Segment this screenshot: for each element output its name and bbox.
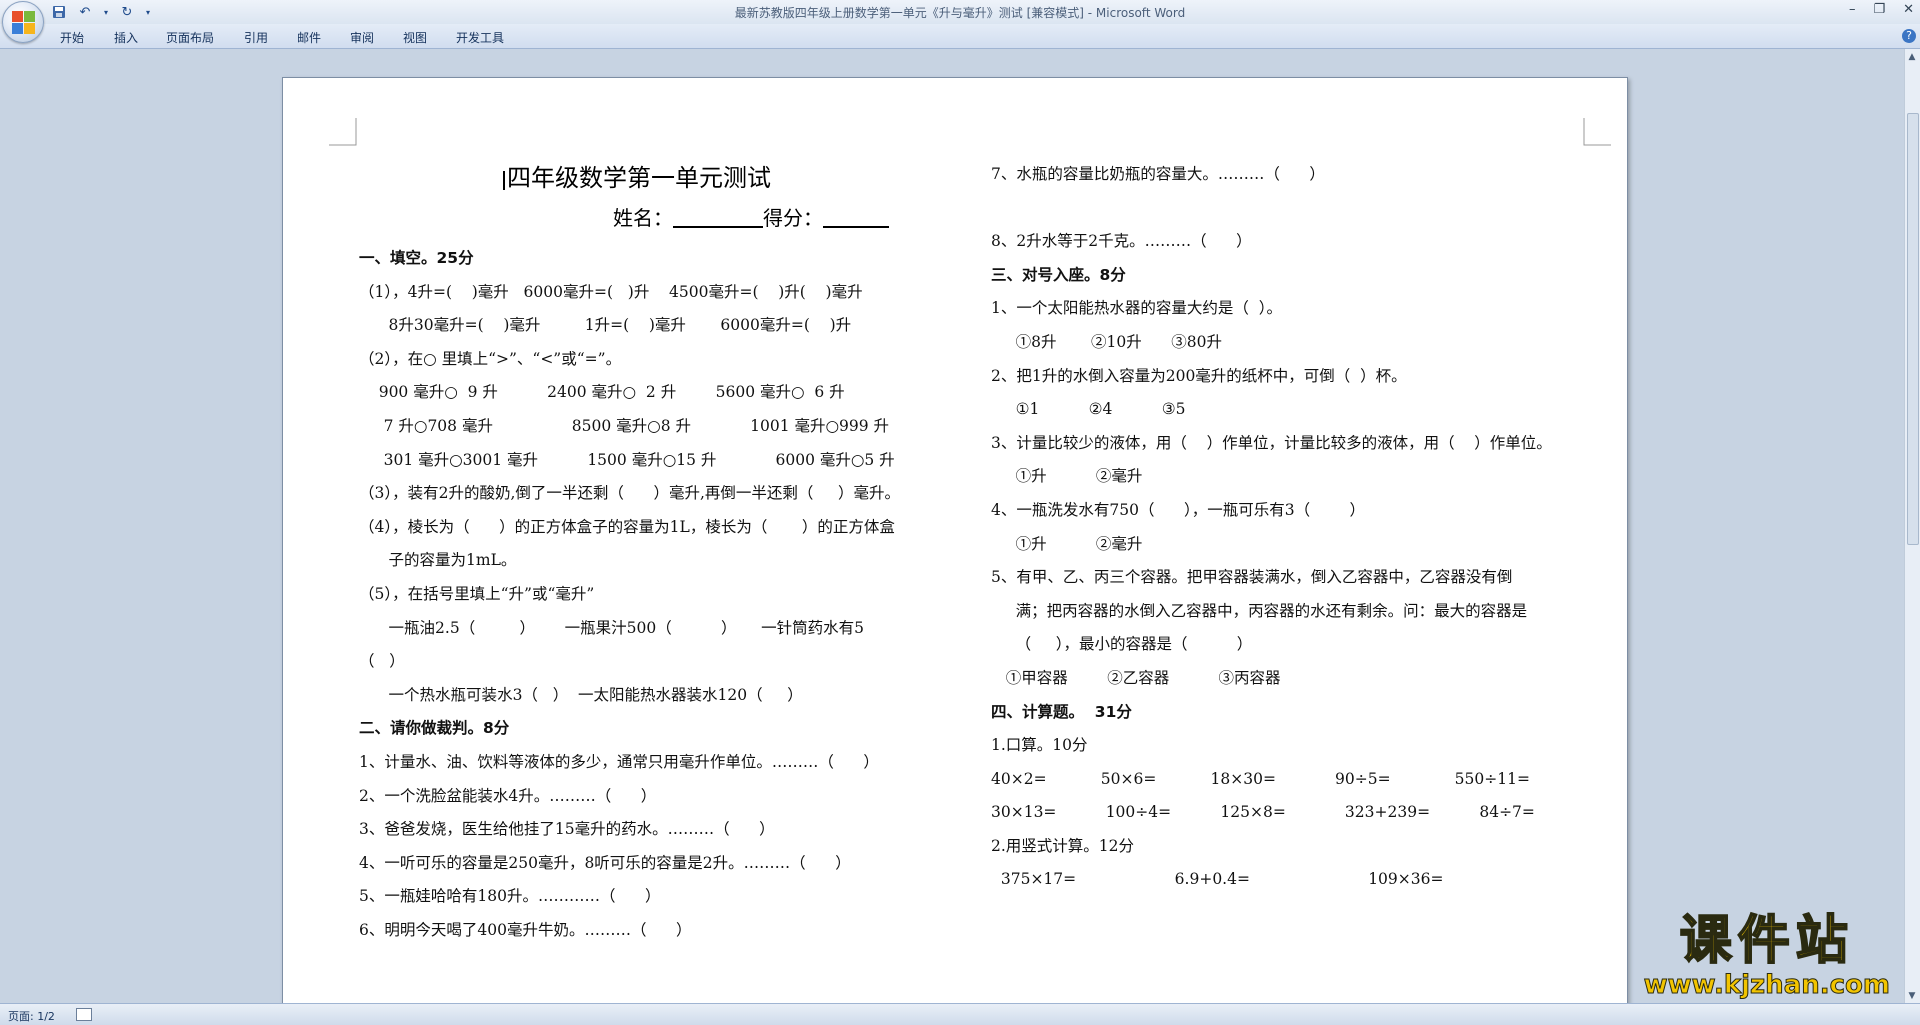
window-controls: – ❐ ✕ — [1849, 2, 1914, 17]
text-line: 一、填空。25分 — [359, 249, 474, 267]
document-workspace: 四年级数学第一单元测试 姓名： 得分： 一、填空。25分 （1），4升=( )毫升 … — [0, 49, 1905, 1004]
document-title-block: 四年级数学第一单元测试 — [503, 158, 771, 193]
tab-view[interactable]: 视图 — [403, 29, 427, 46]
office-logo-icon — [11, 10, 35, 34]
tab-home[interactable]: 开始 — [60, 29, 84, 46]
name-blank[interactable] — [673, 206, 763, 228]
redo-icon[interactable]: ↻ — [118, 3, 136, 21]
text-line: 5、有甲、乙、丙三个容器。把甲容器装满水，倒入乙容器中，乙容器没有倒 — [991, 568, 1513, 587]
text-line: （5），在括号里填上“升”或“毫升” — [359, 584, 595, 603]
text-line: （ ） — [359, 652, 405, 671]
tab-references[interactable]: 引用 — [244, 29, 268, 46]
text-line: 四、计算题。 31分 — [991, 702, 1132, 721]
title-bar: 最新苏教版四年级上册数学第一单元《升与毫升》测试 [兼容模式] - Micros… — [0, 0, 1920, 25]
text-line: 6、明明今天喝了400毫升牛奶。………（ ） — [359, 920, 692, 939]
vertical-scrollbar[interactable]: ▲ ▼ — [1904, 49, 1920, 1004]
text-line: 三、对号入座。8分 — [991, 265, 1126, 284]
text-line: 30×13= 100÷4= 125×8= 323+239= 84÷7= — [991, 803, 1535, 822]
name-label: 姓名： — [613, 206, 673, 230]
text-line: 5、一瓶娃哈哈有180升。…………（ ） — [359, 887, 661, 906]
tab-developer[interactable]: 开发工具 — [456, 29, 504, 46]
text-line: （ ），最小的容器是（ ） — [991, 635, 1253, 654]
tab-page-layout[interactable]: 页面布局 — [166, 29, 214, 46]
text-line: 二、请你做裁判。8分 — [359, 719, 510, 738]
ribbon-tabs: 开始 插入 页面布局 引用 邮件 审阅 视图 开发工具 ? — [0, 24, 1920, 49]
watermark-url: www.kjzhan.com — [1643, 970, 1890, 1000]
text-line: 2.用竖式计算。12分 — [991, 836, 1135, 855]
text-line: 301 毫升○3001 毫升 1500 毫升○15 升 6000 毫升○5 升 — [359, 450, 895, 469]
tab-insert[interactable]: 插入 — [114, 29, 138, 46]
customize-toolbar-icon[interactable]: ▾ — [144, 3, 152, 21]
text-line: ①1 ②4 ③5 — [991, 400, 1186, 419]
text-line: 满；把丙容器的水倒入乙容器中，丙容器的水还有剩余。问：最大的容器是 — [991, 601, 1528, 620]
close-button[interactable]: ✕ — [1903, 2, 1914, 17]
text-line: 1、一个太阳能热水器的容量大约是（ ）。 — [991, 299, 1282, 318]
text-line — [991, 192, 1591, 226]
crop-mark-top-left-icon — [329, 118, 357, 146]
text-line: 7 升○708 毫升 8500 毫升○8 升 1001 毫升○999 升 — [359, 416, 890, 435]
text-line: 3、计量比较少的液体，用（ ）作单位，计量比较多的液体，用（ ）作单位。 — [991, 433, 1552, 452]
watermark-logo: 课件站 www.kjzhan.com — [1643, 910, 1890, 1000]
text-line: 8、2升水等于2千克。………（ ） — [991, 232, 1252, 251]
text-line — [991, 931, 1591, 965]
text-line: 375×17= 6.9+0.4= 109×36= — [991, 870, 1444, 889]
text-line: 900 毫升○ 9 升 2400 毫升○ 2 升 5600 毫升○ 6 升 — [359, 383, 845, 402]
status-bar: 页面: 1/2 — [0, 1003, 1920, 1025]
text-line: 8升30毫升=( )毫升 1升=( )毫升 6000毫升=( )升 — [359, 316, 852, 335]
text-line: ①升 ②毫升 — [991, 534, 1143, 553]
text-line: 1、计量水、油、饮料等液体的多少，通常只用毫升作单位。………（ ） — [359, 752, 879, 771]
right-column: 7、水瓶的容量比奶瓶的容量大。………（ ） 8、2升水等于2千克。………（ ） 三、… — [991, 158, 1591, 964]
text-line: 2、把1升的水倒入容量为200毫升的纸杯中，可倒（ ）杯。 — [991, 366, 1407, 385]
text-line: （4），棱长为（ ）的正方体盒子的容量为1L，棱长为（ ）的正方体盒 — [359, 517, 895, 536]
text-line: 3、爸爸发烧，医生给他挂了15毫升的药水。………（ ） — [359, 820, 775, 839]
left-column: 一、填空。25分 （1），4升=( )毫升 6000毫升=( )升 4500毫升=… — [359, 242, 939, 947]
document-page[interactable]: 四年级数学第一单元测试 姓名： 得分： 一、填空。25分 （1），4升=( )毫升 … — [282, 77, 1628, 1004]
text-line: 4、一听可乐的容量是250毫升，8听可乐的容量是2升。………（ ） — [359, 853, 851, 872]
text-line: 40×2= 50×6= 18×30= 90÷5= 550÷11= — [991, 769, 1530, 788]
help-icon[interactable]: ? — [1902, 29, 1916, 43]
quick-access-toolbar: ↶ ▾ ↻ ▾ — [50, 3, 152, 21]
restore-button[interactable]: ❐ — [1873, 2, 1885, 17]
text-line: 4、一瓶洗发水有750（ ），一瓶可乐有3（ ） — [991, 500, 1366, 519]
minimize-button[interactable]: – — [1849, 2, 1856, 17]
undo-icon[interactable]: ↶ — [76, 3, 94, 21]
save-icon[interactable] — [50, 3, 68, 21]
office-button[interactable] — [2, 1, 44, 43]
text-line: 2、一个洗脸盆能装水4升。………（ ） — [359, 786, 657, 805]
proofing-icon[interactable] — [76, 1008, 92, 1021]
watermark-text: 课件站 — [1679, 910, 1854, 972]
text-line: 7、水瓶的容量比奶瓶的容量大。………（ ） — [991, 165, 1325, 183]
text-line: ①升 ②毫升 — [991, 467, 1143, 486]
text-line: （3），装有2升的酸奶,倒了一半还剩（ ）毫升,再倒一半还剩（ ）毫升。 — [359, 484, 901, 503]
scroll-down-icon[interactable]: ▼ — [1906, 990, 1918, 1002]
page-count[interactable]: 页面: 1/2 — [8, 1008, 55, 1024]
window-title: 最新苏教版四年级上册数学第一单元《升与毫升》测试 [兼容模式] - Micros… — [734, 6, 1186, 20]
scroll-thumb[interactable] — [1907, 113, 1919, 545]
text-line: 1.口算。10分 — [991, 736, 1088, 755]
score-blank[interactable] — [823, 206, 889, 228]
text-line: 一个热水瓶可装水3（ ） 一太阳能热水器装水120（ ） — [359, 685, 803, 704]
text-line: （2），在○ 里填上“>”、“<”或“=”。 — [359, 349, 622, 368]
text-line: （1），4升=( )毫升 6000毫升=( )升 4500毫升=( )升( )毫… — [359, 282, 863, 301]
text-line: ①8升 ②10升 ③80升 — [991, 332, 1222, 351]
text-line: 一瓶油2.5（ ） 一瓶果汁500（ ） 一针筒药水有5 — [359, 618, 864, 637]
tab-mailings[interactable]: 邮件 — [297, 29, 321, 46]
undo-dropdown-icon[interactable]: ▾ — [102, 3, 110, 21]
page-title: 四年级数学第一单元测试 — [507, 164, 771, 192]
text-line — [991, 897, 1591, 931]
tab-review[interactable]: 审阅 — [350, 29, 374, 46]
text-line: 子的容量为1mL。 — [359, 551, 517, 570]
scroll-up-icon[interactable]: ▲ — [1906, 51, 1918, 63]
text-line: ①甲容器 ②乙容器 ③丙容器 — [991, 668, 1281, 687]
score-label: 得分： — [763, 206, 823, 230]
name-score-line: 姓名： 得分： — [613, 202, 889, 231]
crop-mark-top-right-icon — [1583, 118, 1611, 146]
